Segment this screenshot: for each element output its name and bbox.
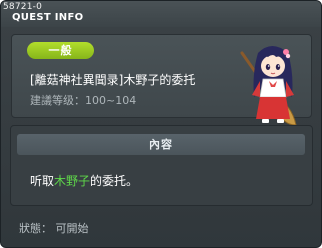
recommended-level: 建議等级：100~104 xyxy=(30,94,137,107)
desc-prefix: 听取 xyxy=(30,174,55,188)
window-title: QUEST INFO xyxy=(12,12,84,23)
quest-summary-panel: 一般 [離菇神社異聞录]木野子的委托 建議等级：100~104 xyxy=(11,34,312,126)
quest-content-panel: 內容 听取木野子的委托。 xyxy=(10,125,313,206)
window-id-label: 58721-0 xyxy=(3,2,43,12)
quest-description: 听取木野子的委托。 xyxy=(30,172,138,189)
quest-info-window: 58721-0 QUEST INFO 一般 [離菇神社異聞录]木野子的委托 建議… xyxy=(0,0,322,248)
quest-category-badge: 一般 xyxy=(27,42,94,59)
quest-name: [離菇神社異聞录]木野子的委托 xyxy=(30,73,196,87)
shrine-maiden-npc-icon xyxy=(240,46,297,126)
desc-suffix: 的委托。 xyxy=(90,174,139,188)
content-section-header: 內容 xyxy=(17,134,305,155)
npc-name-highlight: 木野子 xyxy=(54,174,91,188)
title-bar[interactable]: 58721-0 QUEST INFO xyxy=(1,1,321,27)
quest-status: 狀態： 可開始 xyxy=(19,222,89,235)
